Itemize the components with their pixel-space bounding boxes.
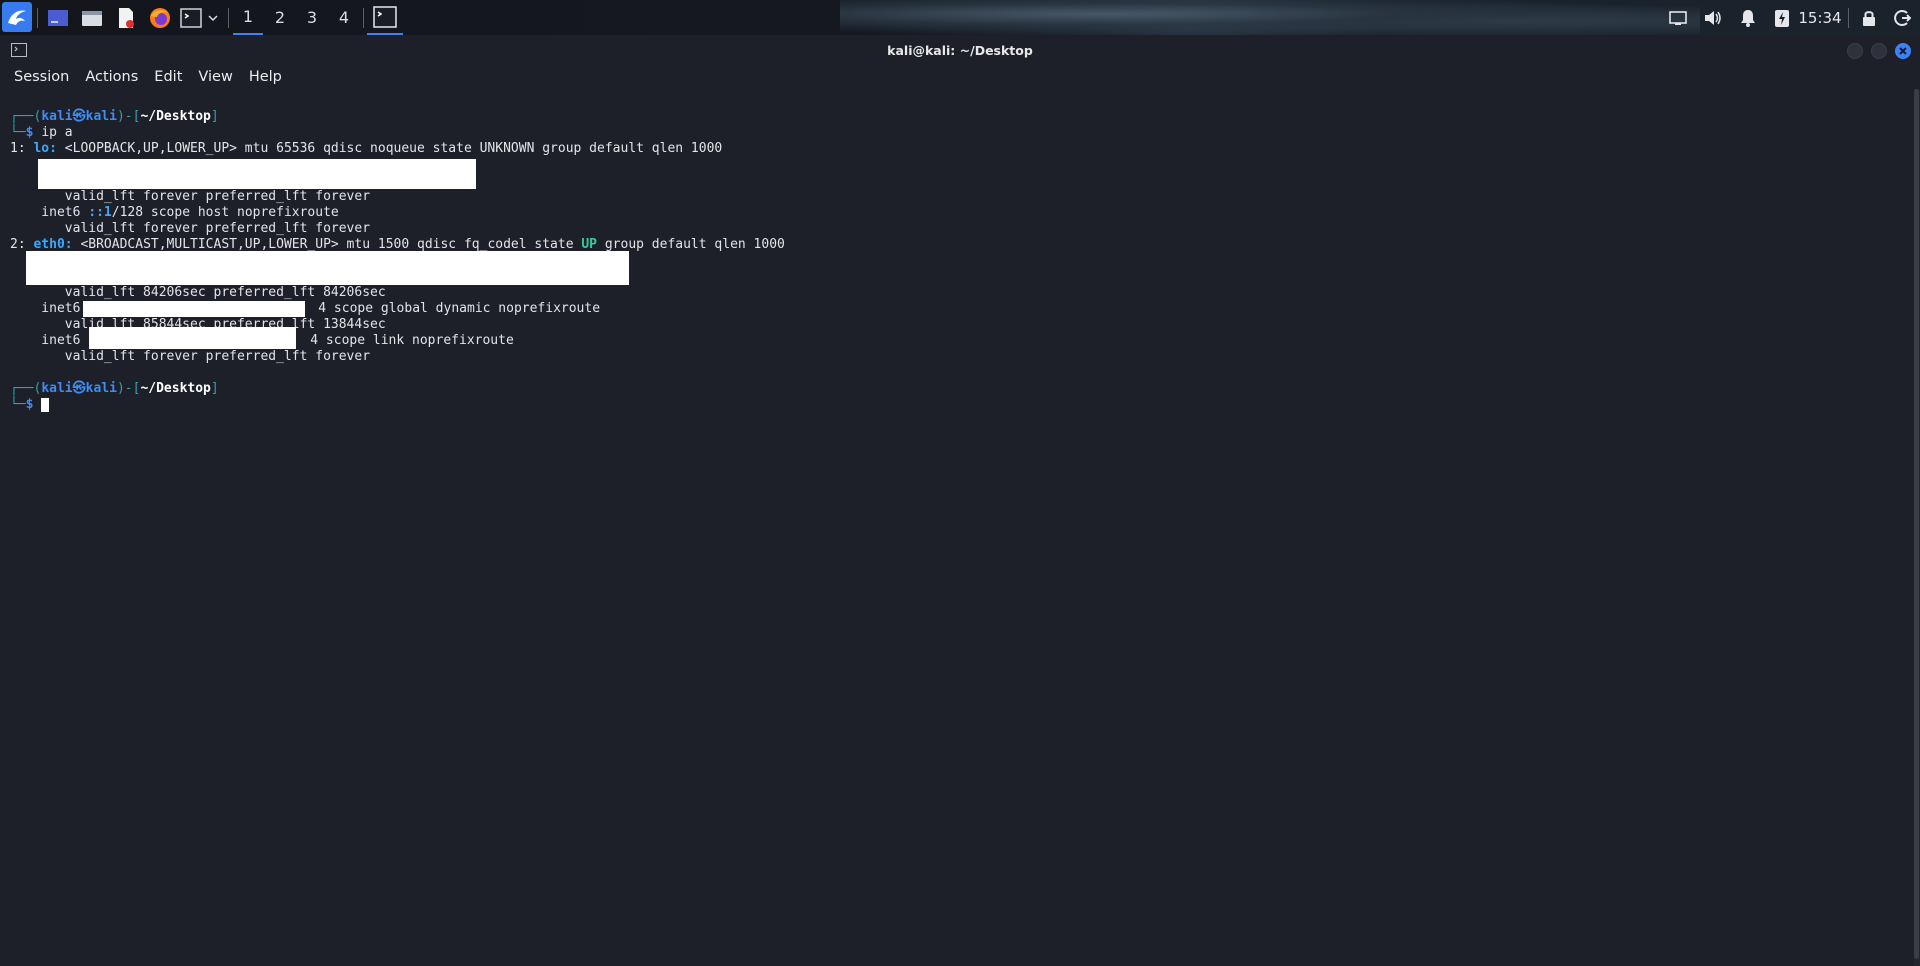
terminal-output[interactable]: ┌──(kali㉿kali)-[~/Desktop] └─$ ip a 1: l…: [0, 89, 1914, 966]
taskbar-terminal-window[interactable]: [367, 0, 403, 35]
maximize-button[interactable]: [1871, 43, 1887, 59]
command-line: └─$ ip a: [10, 125, 73, 140]
wallpaper-strip: [840, 0, 1700, 35]
redacted-block: [26, 251, 629, 285]
window-terminal-icon[interactable]: [11, 43, 27, 57]
panel-separator: [37, 8, 38, 28]
panel-separator: [1848, 8, 1849, 28]
panel-separator: [363, 8, 364, 28]
text-editor-icon[interactable]: [112, 4, 140, 31]
close-icon: [1899, 47, 1907, 55]
workspace-2[interactable]: 2: [265, 0, 295, 35]
window-title: kali@kali: ~/Desktop: [887, 42, 1033, 58]
menu-edit[interactable]: Edit: [146, 69, 190, 85]
prompt-line: ┌──(kali㉿kali)-[~/Desktop]: [10, 109, 219, 124]
output-line: valid_lft forever preferred_lft forever: [10, 349, 371, 364]
workspace-4[interactable]: 4: [329, 0, 359, 35]
firefox-icon[interactable]: [146, 4, 174, 31]
file-manager-icon[interactable]: [78, 4, 106, 31]
window-titlebar[interactable]: kali@kali: ~/Desktop: [0, 35, 1920, 65]
output-line: valid_lft 84206sec preferred_lft 84206se…: [10, 285, 386, 300]
logout-icon[interactable]: [1888, 0, 1916, 35]
display-icon[interactable]: [1664, 0, 1692, 35]
terminal-icon[interactable]: [178, 4, 204, 31]
workspace-1[interactable]: 1: [233, 0, 263, 35]
scrollbar-thumb[interactable]: [1914, 89, 1919, 959]
lock-icon[interactable]: [1855, 0, 1883, 35]
prompt-line: ┌──(kali㉿kali)-[~/Desktop]: [10, 381, 219, 396]
desktop-icon[interactable]: [44, 4, 72, 31]
panel-separator: [228, 8, 229, 28]
command-line[interactable]: └─$: [10, 397, 50, 413]
menu-actions[interactable]: Actions: [77, 69, 146, 85]
kali-menu-icon[interactable]: [2, 2, 32, 32]
output-line: valid_lft forever preferred_lft forever: [10, 221, 371, 236]
minimize-button[interactable]: [1847, 43, 1863, 59]
menu-help[interactable]: Help: [241, 69, 290, 85]
close-button[interactable]: [1895, 43, 1911, 59]
power-charging-icon[interactable]: [1768, 0, 1796, 35]
menu-session[interactable]: Session: [6, 69, 77, 85]
menu-view[interactable]: View: [190, 69, 240, 85]
redacted-block: [83, 301, 305, 317]
top-panel: 1 2 3 4 15:34: [0, 0, 1920, 35]
redacted-block: [38, 159, 476, 189]
redacted-block: [89, 327, 296, 349]
output-line: inet6 ::1/128 scope host noprefixroute: [10, 205, 339, 220]
chevron-down-icon[interactable]: [206, 4, 220, 31]
notification-bell-icon[interactable]: [1734, 0, 1762, 35]
terminal-icon: [373, 5, 397, 28]
output-line: 1: lo: <LOOPBACK,UP,LOWER_UP> mtu 65536 …: [10, 141, 723, 156]
workspace-3[interactable]: 3: [297, 0, 327, 35]
panel-clock[interactable]: 15:34: [1796, 0, 1844, 35]
menubar: Session Actions Edit View Help: [0, 65, 1920, 89]
text-cursor: [41, 397, 50, 412]
output-line: valid_lft forever preferred_lft forever: [10, 189, 371, 204]
volume-icon[interactable]: [1699, 0, 1727, 35]
